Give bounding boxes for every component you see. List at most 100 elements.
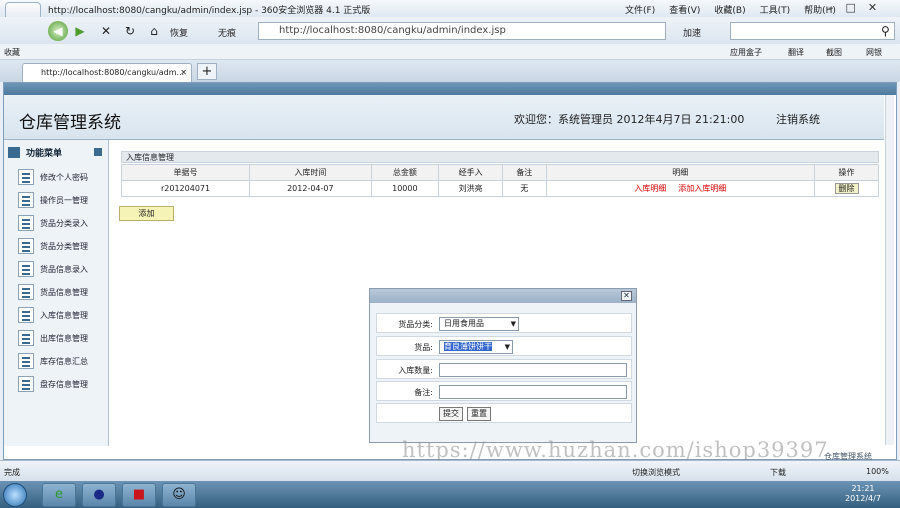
private-mode-button[interactable]: 无痕 bbox=[218, 26, 236, 39]
fav-app-box[interactable]: 应用盒子 bbox=[730, 47, 762, 58]
goods-row: 货品: 育良薄饼饼干 ▼ bbox=[376, 336, 632, 356]
note-row: 备注: bbox=[376, 381, 632, 401]
inbound-detail-link[interactable]: 入库明细 bbox=[634, 184, 666, 193]
app-header: 仓库管理系统 欢迎您：系统管理员 2012年4月7日 21:21:00 注销系统 bbox=[4, 95, 884, 140]
search-input[interactable] bbox=[730, 22, 895, 40]
ie-icon[interactable]: e bbox=[42, 483, 76, 507]
sidebar-title: 功能菜单 bbox=[26, 149, 63, 159]
dialog-title-bar bbox=[370, 289, 636, 303]
tab-title: http://localhost:8080/cangku/adm... bbox=[41, 68, 185, 77]
fav-screenshot[interactable]: 截图 bbox=[826, 47, 842, 58]
back-arrow-icon[interactable]: ◀ bbox=[48, 21, 68, 41]
minimize-icon[interactable]: – bbox=[828, 1, 834, 14]
cell-detail: 入库明细 添加入库明细 bbox=[545, 180, 816, 197]
sidebar-item-operator[interactable]: 操作员一管理 bbox=[18, 191, 88, 209]
top-strip bbox=[4, 83, 896, 95]
sidebar-item-category-input[interactable]: 货品分类录入 bbox=[18, 214, 88, 232]
search-icon[interactable]: ⚲ bbox=[881, 24, 890, 38]
favorites-button[interactable]: 收藏 bbox=[4, 47, 20, 58]
cell-action: 删除 bbox=[814, 180, 879, 197]
qq-icon[interactable]: ☺ bbox=[162, 483, 196, 507]
add-inbound-detail-link[interactable]: 添加入库明细 bbox=[678, 184, 726, 193]
browser-menu: 文件(F) 查看(V) 收藏(B) 工具(T) 帮助(H) bbox=[625, 3, 836, 16]
forward-arrow-icon[interactable]: ▶ bbox=[70, 21, 90, 41]
taskbar: e ● ■ ☺ 21:21 2012/4/7 bbox=[0, 481, 900, 508]
status-text: 完成 bbox=[4, 468, 20, 477]
add-detail-dialog: ✕ 货品分类: 日用食用品 ▼ 货品: 育良薄饼饼干 ▼ 入库数量: 备注: 提交 … bbox=[369, 288, 637, 443]
welcome-text: 欢迎您：系统管理员 2012年4月7日 21:21:00 bbox=[514, 113, 745, 126]
add-button[interactable]: 添加 bbox=[119, 206, 174, 221]
collapse-icon[interactable] bbox=[94, 148, 102, 156]
col-action: 操作 bbox=[814, 164, 879, 181]
col-amount: 总金额 bbox=[370, 164, 440, 181]
note-input[interactable] bbox=[439, 385, 627, 399]
favorites-bar: 收藏 应用盒子 翻译 截图 网银 bbox=[0, 44, 900, 60]
col-handler: 经手入 bbox=[438, 164, 504, 181]
zoom-level[interactable]: 100% bbox=[866, 467, 889, 476]
goods-select[interactable]: 育良薄饼饼干 ▼ bbox=[439, 340, 513, 354]
window-title-bar: http://localhost:8080/cangku/admin/index… bbox=[0, 0, 900, 38]
menu-favorites[interactable]: 收藏(B) bbox=[714, 3, 745, 16]
sidebar-item-inbound-manage[interactable]: 入库信息管理 bbox=[18, 306, 88, 324]
list-icon bbox=[18, 192, 34, 208]
sidebar-item-goods-input[interactable]: 货品信息录入 bbox=[18, 260, 88, 278]
list-icon bbox=[18, 169, 34, 185]
menu-icon bbox=[8, 147, 20, 158]
stop-icon[interactable]: ✕ bbox=[96, 21, 116, 41]
sidebar-item-inventory-check[interactable]: 盘存信息管理 bbox=[18, 375, 88, 393]
restore-history-button[interactable]: 恢复 bbox=[170, 26, 188, 39]
category-select[interactable]: 日用食用品 ▼ bbox=[439, 317, 519, 331]
logout-link[interactable]: 注销系统 bbox=[776, 111, 820, 127]
dialog-close-icon[interactable]: ✕ bbox=[621, 291, 632, 301]
sidebar-item-category-manage[interactable]: 货品分类管理 bbox=[18, 237, 88, 255]
menu-view[interactable]: 查看(V) bbox=[669, 3, 700, 16]
fav-translate[interactable]: 翻译 bbox=[788, 47, 804, 58]
browser-360-icon[interactable]: ● bbox=[82, 483, 116, 507]
new-tab-icon[interactable]: + bbox=[197, 63, 217, 80]
sidebar-item-outbound-manage[interactable]: 出库信息管理 bbox=[18, 329, 88, 347]
menu-tools[interactable]: 工具(T) bbox=[760, 3, 791, 16]
close-icon[interactable]: ✕ bbox=[868, 1, 877, 14]
list-icon bbox=[18, 307, 34, 323]
dropdown-arrow-icon: ▼ bbox=[510, 320, 516, 328]
tab-bar: http://localhost:8080/cangku/adm... ✕ + bbox=[0, 60, 900, 82]
tab-close-icon[interactable]: ✕ bbox=[180, 64, 187, 82]
submit-button[interactable]: 提交 bbox=[439, 407, 463, 421]
table-row: r201204071 2012-04-07 10000 刘洪亮 无 入库明细 添加… bbox=[120, 180, 879, 197]
refresh-icon[interactable]: ↻ bbox=[120, 21, 140, 41]
col-date: 入库时间 bbox=[249, 164, 372, 181]
sidebar-item-change-password[interactable]: 修改个人密码 bbox=[18, 168, 88, 186]
speed-up-button[interactable]: 加速 bbox=[683, 26, 701, 39]
window-controls: – □ ✕ bbox=[828, 1, 877, 14]
address-bar[interactable]: http://localhost:8080/cangku/admin/index… bbox=[258, 22, 666, 40]
sidebar-item-goods-manage[interactable]: 货品信息管理 bbox=[18, 283, 88, 301]
col-detail: 明细 bbox=[545, 164, 816, 181]
table-header-row: 单据号 入库时间 总金额 经手入 备注 明细 操作 bbox=[120, 164, 879, 181]
menu-file[interactable]: 文件(F) bbox=[625, 3, 655, 16]
cell-date: 2012-04-07 bbox=[249, 180, 372, 197]
cell-amount: 10000 bbox=[370, 180, 440, 197]
home-icon[interactable]: ⌂ bbox=[144, 21, 164, 41]
reset-button[interactable]: 重置 bbox=[467, 407, 491, 421]
quantity-input[interactable] bbox=[439, 363, 627, 377]
download-button[interactable]: 下载 bbox=[770, 467, 786, 478]
system-clock: 21:21 2012/4/7 bbox=[845, 484, 881, 504]
list-icon bbox=[18, 238, 34, 254]
buttons-row: 提交 重置 bbox=[376, 403, 632, 423]
maximize-icon[interactable]: □ bbox=[846, 1, 856, 14]
system-title: 仓库管理系统 bbox=[19, 113, 121, 133]
category-row: 货品分类: 日用食用品 ▼ bbox=[376, 313, 632, 333]
tab-current[interactable]: http://localhost:8080/cangku/adm... ✕ bbox=[22, 63, 192, 82]
vertical-scrollbar[interactable] bbox=[885, 95, 894, 445]
navigation-bar: ◀ ▶ ✕ ↻ ⌂ 恢复 无痕 http://localhost:8080/ca… bbox=[0, 17, 900, 44]
list-icon bbox=[18, 215, 34, 231]
app-red-icon[interactable]: ■ bbox=[122, 483, 156, 507]
sidebar-item-stock-summary[interactable]: 库存信息汇总 bbox=[18, 352, 88, 370]
start-button[interactable] bbox=[3, 483, 27, 507]
dropdown-arrow-icon: ▼ bbox=[504, 343, 510, 351]
delete-button[interactable]: 删除 bbox=[834, 183, 859, 194]
fav-bank[interactable]: 网银 bbox=[866, 47, 882, 58]
note-label: 备注: bbox=[414, 388, 433, 397]
switch-mode-button[interactable]: 切换浏览模式 bbox=[632, 467, 680, 478]
page-viewport: 仓库管理系统 欢迎您：系统管理员 2012年4月7日 21:21:00 注销系统… bbox=[3, 82, 897, 462]
